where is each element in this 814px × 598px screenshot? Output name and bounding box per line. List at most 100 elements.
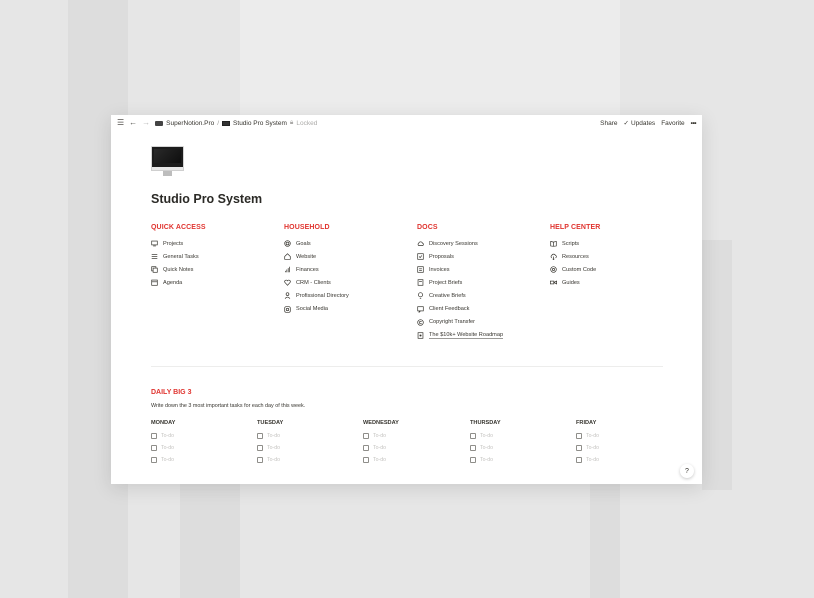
link-label: CRM - Clients <box>296 279 331 286</box>
daily-title[interactable]: DAILY BIG 3 <box>151 389 191 396</box>
page-title[interactable]: Studio Pro System <box>151 192 262 206</box>
breadcrumb-page[interactable]: Studio Pro System <box>233 120 287 127</box>
link-label: Projects <box>163 240 184 247</box>
share-button[interactable]: Share <box>600 120 617 127</box>
checkbox[interactable] <box>151 457 157 463</box>
link-client-feedback[interactable]: Client Feedback <box>417 302 547 315</box>
todo-placeholder[interactable]: To-do <box>586 433 599 439</box>
link-quick-notes[interactable]: Quick Notes <box>151 263 281 276</box>
help-button[interactable]: ? <box>680 464 694 478</box>
invoice-icon <box>417 266 424 273</box>
todo-placeholder[interactable]: To-do <box>161 445 174 451</box>
link-label: Social Media <box>296 306 329 313</box>
link-copyright-transfer[interactable]: Copyright Transfer <box>417 316 547 329</box>
checkbox[interactable] <box>257 433 263 439</box>
breadcrumb: SuperNotion.Pro / Studio Pro System 🔒︎ L… <box>155 119 317 127</box>
check-square-icon <box>417 253 424 260</box>
todo-item[interactable]: To-do <box>151 454 251 466</box>
link-scripts[interactable]: Scripts <box>550 237 680 250</box>
favorite-button[interactable]: Favorite <box>661 120 684 127</box>
checkbox[interactable] <box>151 445 157 451</box>
link-creative-briefs[interactable]: Creative Briefs <box>417 289 547 302</box>
todo-item[interactable]: To-do <box>151 442 251 454</box>
checkbox[interactable] <box>576 433 582 439</box>
updates-label: Updates <box>630 119 656 127</box>
link-label: Website <box>296 253 317 260</box>
forward-arrow-icon[interactable]: → <box>142 119 150 127</box>
menu-icon[interactable]: ☰ <box>117 119 124 127</box>
checkbox[interactable] <box>151 433 157 439</box>
home-icon <box>284 253 291 260</box>
todo-item[interactable]: To-do <box>576 454 676 466</box>
link-custom-code[interactable]: Custom Code <box>550 263 680 276</box>
link-projects[interactable]: Projects <box>151 237 281 250</box>
link-website-roadmap[interactable]: The $10k+ Website Roadmap <box>417 329 547 342</box>
link-crm-clients[interactable]: CRM - Clients <box>284 276 414 289</box>
todo-item[interactable]: To-do <box>363 442 463 454</box>
checkbox[interactable] <box>470 445 476 451</box>
todo-placeholder[interactable]: To-do <box>373 433 386 439</box>
checkbox[interactable] <box>470 433 476 439</box>
link-label: Quick Notes <box>163 266 194 273</box>
todo-placeholder[interactable]: To-do <box>161 433 174 439</box>
todo-placeholder[interactable]: To-do <box>267 445 280 451</box>
daily-description[interactable]: Write down the 3 most important tasks fo… <box>151 403 305 409</box>
link-label: Discovery Sessions <box>429 240 478 247</box>
todo-placeholder[interactable]: To-do <box>480 433 493 439</box>
todo-item[interactable]: To-do <box>257 442 357 454</box>
todo-placeholder[interactable]: To-do <box>480 445 493 451</box>
todo-item[interactable]: To-do <box>257 430 357 442</box>
back-arrow-icon[interactable]: ← <box>129 119 137 127</box>
todo-item[interactable]: To-do <box>470 454 570 466</box>
checkbox[interactable] <box>576 457 582 463</box>
todo-placeholder[interactable]: To-do <box>373 445 386 451</box>
link-profissional-directory[interactable]: Profissional Directory <box>284 289 414 302</box>
day-title: FRIDAY <box>576 420 597 426</box>
checkbox[interactable] <box>363 433 369 439</box>
link-finances[interactable]: Finances <box>284 263 414 276</box>
todo-item[interactable]: To-do <box>363 454 463 466</box>
link-project-briefs[interactable]: Project Briefs <box>417 276 547 289</box>
todo-placeholder[interactable]: To-do <box>267 433 280 439</box>
link-resources[interactable]: Resources <box>550 250 680 263</box>
todo-item[interactable]: To-do <box>151 430 251 442</box>
more-options-icon[interactable]: ••• <box>691 120 697 127</box>
checkbox[interactable] <box>576 445 582 451</box>
todo-placeholder[interactable]: To-do <box>373 457 386 463</box>
todo-item[interactable]: To-do <box>470 430 570 442</box>
todo-placeholder[interactable]: To-do <box>586 457 599 463</box>
checkbox[interactable] <box>257 457 263 463</box>
todo-item[interactable]: To-do <box>363 430 463 442</box>
todo-placeholder[interactable]: To-do <box>267 457 280 463</box>
link-discovery-sessions[interactable]: Discovery Sessions <box>417 237 547 250</box>
link-guides[interactable]: Guides <box>550 276 680 289</box>
day-title: WEDNESDAY <box>363 420 399 426</box>
link-agenda[interactable]: Agenda <box>151 276 281 289</box>
checkbox[interactable] <box>363 445 369 451</box>
todo-item[interactable]: To-do <box>576 430 676 442</box>
todo-item[interactable]: To-do <box>257 454 357 466</box>
link-website[interactable]: Website <box>284 250 414 263</box>
breadcrumb-workspace[interactable]: SuperNotion.Pro <box>166 120 214 127</box>
link-general-tasks[interactable]: General Tasks <box>151 250 281 263</box>
todo-placeholder[interactable]: To-do <box>480 457 493 463</box>
link-invoices[interactable]: Invoices <box>417 263 547 276</box>
todo-placeholder[interactable]: To-do <box>161 457 174 463</box>
checkbox[interactable] <box>257 445 263 451</box>
updates-button[interactable]: ✓ Updates <box>624 119 656 128</box>
todo-placeholder[interactable]: To-do <box>586 445 599 451</box>
page-icon-imac[interactable] <box>151 146 185 176</box>
checkbox[interactable] <box>363 457 369 463</box>
link-goals[interactable]: Goals <box>284 237 414 250</box>
section-quick-access: QUICK ACCESS Projects General Tasks Quic… <box>151 224 281 289</box>
section-title: HOUSEHOLD <box>284 224 330 231</box>
todo-item[interactable]: To-do <box>470 442 570 454</box>
locked-label[interactable]: Locked <box>296 120 317 127</box>
link-proposals[interactable]: Proposals <box>417 250 547 263</box>
link-social-media[interactable]: Social Media <box>284 302 414 315</box>
divider <box>151 366 663 367</box>
todo-item[interactable]: To-do <box>576 442 676 454</box>
checkbox[interactable] <box>470 457 476 463</box>
workspace-logo-icon <box>155 120 164 126</box>
section-docs: DOCS Discovery Sessions Proposals Invoic… <box>417 224 547 342</box>
